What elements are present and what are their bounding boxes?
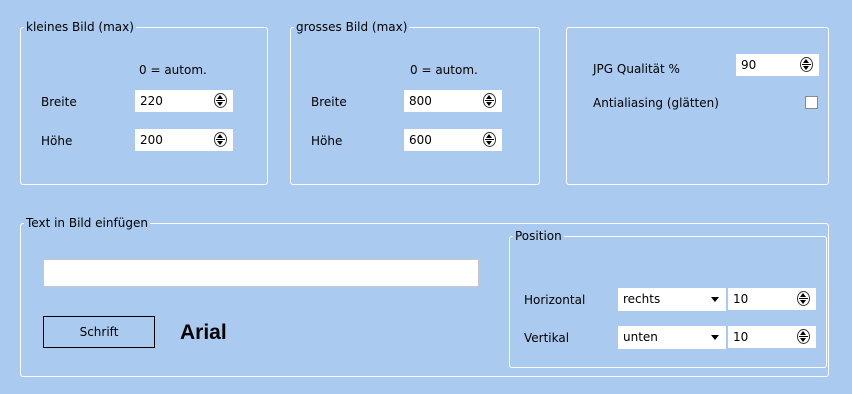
large-width-spinner[interactable]: 800 xyxy=(404,90,502,112)
small-width-label: Breite xyxy=(41,95,77,109)
jpg-quality-spinner[interactable]: 90 xyxy=(736,54,819,76)
horizontal-offset-value[interactable]: 10 xyxy=(733,291,748,307)
position-group: Position Horizontal rechts 10 Vertikal u… xyxy=(509,228,827,368)
large-width-label: Breite xyxy=(311,95,347,109)
vertical-offset-spinner[interactable]: 10 xyxy=(728,326,816,348)
spin-up-down-icon[interactable] xyxy=(797,329,810,344)
dropdown-arrow-icon[interactable] xyxy=(711,297,719,302)
small-image-hint: 0 = autom. xyxy=(139,63,207,77)
small-width-spinner[interactable]: 220 xyxy=(135,90,233,112)
vertical-select-value[interactable]: unten xyxy=(623,329,658,345)
large-height-value[interactable]: 600 xyxy=(409,132,432,148)
large-image-hint: 0 = autom. xyxy=(410,63,478,77)
large-image-legend: grosses Bild (max) xyxy=(294,19,410,35)
antialias-checkbox[interactable] xyxy=(805,96,818,109)
small-image-legend: kleines Bild (max) xyxy=(24,19,136,35)
small-height-spinner[interactable]: 200 xyxy=(135,129,233,151)
horizontal-select-value[interactable]: rechts xyxy=(623,291,660,307)
small-height-value[interactable]: 200 xyxy=(140,132,163,148)
jpg-quality-label: JPG Qualität % xyxy=(593,62,680,76)
overlay-text-input[interactable] xyxy=(43,259,479,287)
small-image-group: kleines Bild (max) 0 = autom. Breite 220… xyxy=(20,19,268,185)
large-width-value[interactable]: 800 xyxy=(409,93,432,109)
horizontal-label: Horizontal xyxy=(524,293,586,307)
spin-up-down-icon[interactable] xyxy=(797,291,810,306)
text-insert-group: Text in Bild einfügen Schrift Arial Posi… xyxy=(20,215,829,377)
large-image-group: grosses Bild (max) 0 = autom. Breite 800… xyxy=(290,19,540,185)
vertical-select[interactable]: unten xyxy=(618,326,726,349)
spin-up-down-icon[interactable] xyxy=(214,132,227,147)
font-name-preview: Arial xyxy=(180,321,227,344)
horizontal-select[interactable]: rechts xyxy=(618,288,726,311)
spin-up-down-icon[interactable] xyxy=(483,132,496,147)
large-height-spinner[interactable]: 600 xyxy=(404,129,502,151)
dropdown-arrow-icon[interactable] xyxy=(711,335,719,340)
spin-up-down-icon[interactable] xyxy=(214,93,227,108)
spin-up-down-icon[interactable] xyxy=(483,93,496,108)
spin-up-down-icon[interactable] xyxy=(800,57,813,72)
quality-group: JPG Qualität % 90 Antialiasing (glätten) xyxy=(566,27,829,185)
small-width-value[interactable]: 220 xyxy=(140,93,163,109)
large-height-label: Höhe xyxy=(311,134,343,148)
vertical-offset-value[interactable]: 10 xyxy=(733,329,748,345)
antialias-label: Antialiasing (glätten) xyxy=(593,96,719,110)
position-legend: Position xyxy=(513,228,564,244)
vertical-label: Vertikal xyxy=(524,331,570,345)
small-height-label: Höhe xyxy=(41,134,73,148)
jpg-quality-value[interactable]: 90 xyxy=(741,57,756,73)
horizontal-offset-spinner[interactable]: 10 xyxy=(728,288,816,310)
font-button[interactable]: Schrift xyxy=(43,316,155,348)
text-insert-legend: Text in Bild einfügen xyxy=(24,215,150,231)
